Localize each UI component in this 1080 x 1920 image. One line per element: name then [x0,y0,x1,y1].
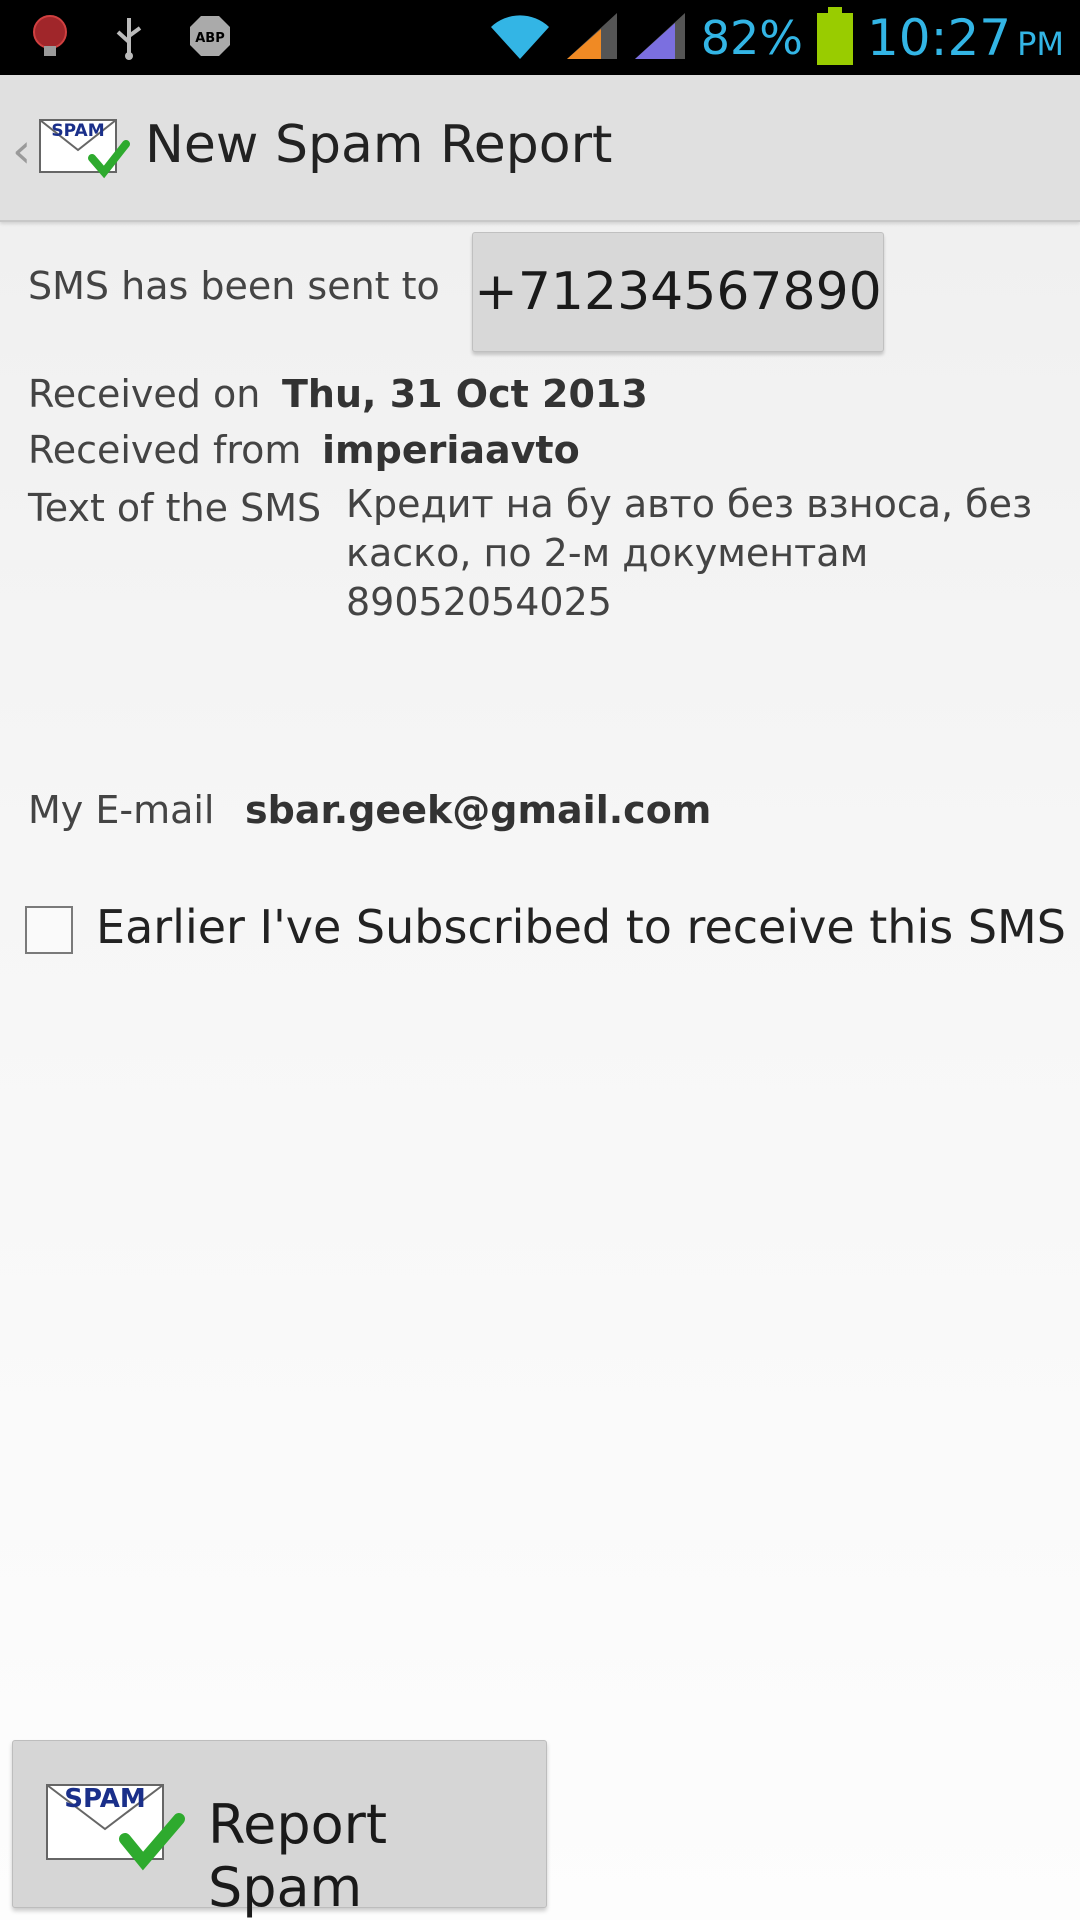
action-bar: ‹ SPAM New Spam Report [0,75,1080,222]
sms-text-label: Text of the SMS [28,486,322,530]
page-title: New Spam Report [145,115,613,175]
status-bar: ABP 82% 10:27 PM [0,0,1080,75]
sent-to-label: SMS has been sent to [28,264,440,308]
received-on-value: Thu, 31 Oct 2013 [282,372,648,416]
report-spam-label: Report Spam [208,1793,388,1919]
adblock-icon: ABP [188,14,232,62]
bug-icon [30,12,70,64]
spam-envelope-icon: SPAM [41,1773,186,1873]
battery-percent: 82% [700,10,803,65]
email-label: My E-mail [28,788,215,832]
email-value: sbar.geek@gmail.com [245,788,712,832]
report-spam-button[interactable]: SPAM Report Spam [12,1740,547,1919]
clock-time: 10:27 [867,8,1012,67]
adblock-icon-text: ABP [195,31,225,46]
subscribed-checkbox-label[interactable]: Earlier I've Subscribed to receive this … [96,900,1066,954]
received-on-label: Received on [28,372,261,416]
status-right-icons: 82% 10:27 PM [489,0,1064,75]
phone-number-button[interactable]: +71234567890 [472,232,884,352]
spam-icon-text: SPAM [51,121,104,141]
battery-icon [817,6,853,69]
spam-button-icon-text: SPAM [64,1784,145,1814]
up-chevron-icon[interactable]: ‹ [12,123,31,179]
signal-icon [633,11,687,65]
status-clock: 10:27 PM [867,9,1064,67]
status-left-icons: ABP [30,0,232,75]
signal-icon [565,11,619,65]
spam-app-icon[interactable]: SPAM [36,110,131,182]
wifi-icon [489,11,551,65]
usb-icon [112,12,146,64]
subscribed-checkbox[interactable] [25,906,73,954]
clock-ampm: PM [1017,24,1064,63]
received-from-value: imperiaavto [322,428,580,472]
received-from-label: Received from [28,428,302,472]
sms-text-value: Кредит на бу авто без взноса, без каско,… [346,482,1033,624]
